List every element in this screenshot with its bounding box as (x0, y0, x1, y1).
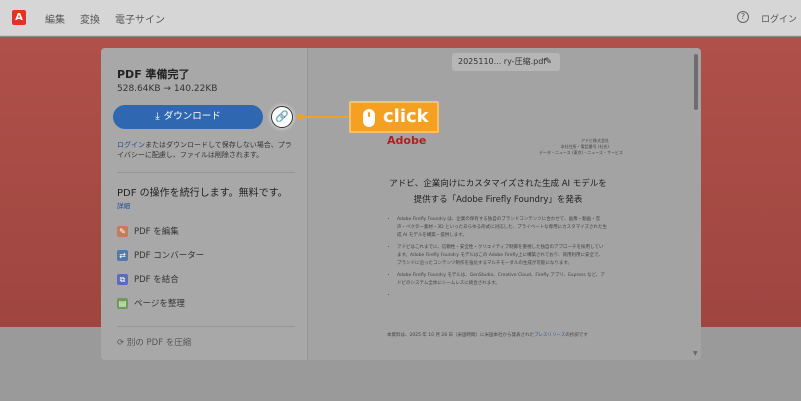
panel-divider (307, 48, 308, 360)
privacy-note: ログインまたはダウンロードして保存しない場合、プライバシーに配慮し、ファイルは削… (117, 140, 295, 160)
pdf-preview: Adobe アドビ株式会社 本社住所・電話番号 (社名) データ・ニュース (東… (387, 134, 623, 360)
click-label: click (383, 106, 429, 127)
edit-pdf-icon: ✎ (117, 225, 128, 237)
press-paragraph: 本資料は、2025 年 10 月 28 日（米国時間）に米国本社から発表されたプ… (387, 332, 609, 340)
tool-convert-pdf[interactable]: ⇄ PDF コンバーター (117, 249, 204, 261)
press-headline: アドビ、企業向けにカスタマイズされた生成 AI モデルを 提供する「Adobe … (387, 176, 609, 208)
menu-edit[interactable]: 編集 (45, 11, 65, 26)
meta-line: データ・ニュース (東京)・ニューズ・サービス (539, 150, 623, 155)
headline-line-2: 提供する「Adobe Firefly Foundry」を発表 (413, 195, 583, 205)
bullet-item (397, 292, 607, 300)
convert-pdf-icon: ⇄ (117, 249, 128, 261)
tool-organize-pages[interactable]: ▤ ページを整理 (117, 297, 185, 309)
copy-link-button[interactable]: 🔗 (271, 106, 293, 128)
compress-another-link[interactable]: ⟳ 別の PDF を圧縮 (117, 336, 191, 348)
menu-convert[interactable]: 変換 (80, 11, 100, 26)
tool-edit-pdf[interactable]: ✎ PDF を編集 (117, 225, 179, 237)
page-title: PDF 準備完了 (117, 68, 190, 81)
scrollbar-thumb[interactable] (694, 54, 698, 110)
press-meta: アドビ株式会社 本社住所・電話番号 (社名) データ・ニュース (東京)・ニュー… (539, 138, 623, 156)
file-size-change: 528.64KB → 140.22KB (117, 84, 218, 94)
para-text: 本資料は、2025 年 10 月 28 日（米国時間）に米国本社から発表された (387, 333, 535, 338)
press-bullets: Adobe Firefly Foundry は、企業の保有する独自のブランドコン… (397, 216, 607, 304)
divider (117, 326, 295, 327)
connector-line (300, 116, 350, 118)
download-button[interactable]: ⤓ ダウンロード (113, 105, 263, 129)
para-tail: の抄訳です (565, 333, 588, 338)
login-link[interactable]: ログイン (761, 12, 797, 25)
click-annotation: click (349, 101, 439, 133)
tool-label: PDF を結合 (134, 275, 179, 285)
bullet-item: アドビはこれまでに、信頼性・安全性・クリエイティブ制御を重視した独自のアプローチ… (397, 244, 607, 268)
result-card: PDF 準備完了 528.64KB → 140.22KB ⤓ ダウンロード 🔗 ロ… (101, 48, 701, 360)
section-title: PDF の操作を続行します。無料です。 (117, 188, 288, 199)
pencil-icon[interactable]: ✎ (544, 53, 552, 71)
filename-text: 2025110... ry-圧縮.pdf (458, 57, 547, 66)
headline-line-1: アドビ、企業向けにカスタマイズされた生成 AI モデルを (389, 179, 607, 189)
scroll-down-icon[interactable]: ▼ (693, 350, 698, 357)
acrobat-logo-icon[interactable]: A (12, 10, 26, 25)
tool-label: ページを整理 (134, 299, 185, 309)
left-panel: PDF 準備完了 528.64KB → 140.22KB ⤓ ダウンロード 🔗 ロ… (101, 48, 307, 360)
help-icon[interactable]: ? (737, 11, 749, 23)
link-icon: 🔗 (275, 110, 289, 123)
tool-label: PDF コンバーター (134, 251, 205, 261)
organize-pages-icon: ▤ (117, 297, 128, 309)
top-bar: A 編集 変換 電子サイン ? ログイン (0, 0, 801, 36)
tool-combine-pdf[interactable]: ⧉ PDF を結合 (117, 273, 179, 285)
detail-link[interactable]: 詳細 (117, 200, 130, 210)
login-link-inline[interactable]: ログイン (117, 141, 145, 149)
press-release-link[interactable]: プレスリリース (534, 333, 565, 338)
tool-label: PDF を編集 (134, 227, 179, 237)
bullet-item: Adobe Firefly Foundry モデルは、GenStudio、Cre… (397, 272, 607, 288)
combine-pdf-icon: ⧉ (117, 273, 128, 285)
download-label: ダウンロード (163, 111, 221, 122)
filename-field[interactable]: 2025110... ry-圧縮.pdf ✎ (452, 53, 560, 71)
menu-e-sign[interactable]: 電子サイン (115, 11, 165, 26)
bullet-item: Adobe Firefly Foundry は、企業の保有する独自のブランドコン… (397, 216, 607, 240)
download-icon: ⤓ (155, 111, 160, 122)
divider (117, 172, 295, 173)
refresh-icon: ⟳ (117, 338, 125, 348)
mouse-icon (363, 109, 375, 127)
adobe-wordmark: Adobe (387, 134, 427, 147)
compress-label: 別の PDF を圧縮 (126, 338, 192, 348)
